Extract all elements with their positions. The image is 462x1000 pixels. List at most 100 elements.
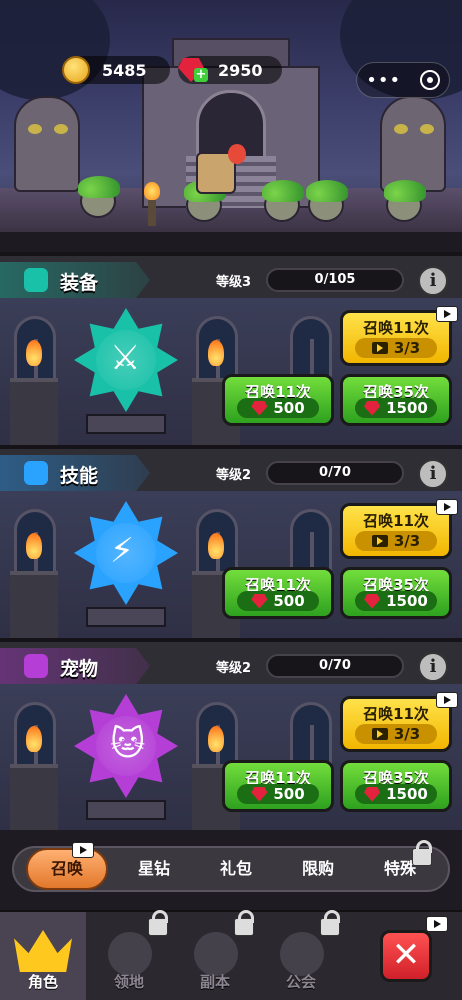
more-icon[interactable]: •••: [366, 70, 401, 91]
ad-count: 3/3: [355, 724, 437, 744]
cost-value: 500: [273, 785, 305, 803]
video-icon: [371, 535, 388, 547]
subtab-star-gems[interactable]: 星钻: [118, 848, 190, 890]
panel-title: 宠物: [60, 658, 99, 680]
nav-territory[interactable]: 领地: [86, 910, 172, 1000]
video-ad-icon: [436, 306, 458, 322]
gold-amount: 5485: [102, 60, 147, 80]
gold-counter: 5485: [62, 56, 170, 84]
gem-cost: 1500: [355, 398, 437, 418]
info-button[interactable]: i: [418, 652, 448, 682]
owl-statue-right: [380, 96, 446, 192]
subtab-limited[interactable]: 限购: [282, 848, 354, 890]
pedestal: [86, 414, 166, 434]
cost-value: 500: [273, 399, 305, 417]
gem-cost: 1500: [355, 784, 437, 804]
level-label: 等级3: [216, 275, 252, 290]
info-button[interactable]: i: [418, 459, 448, 489]
subtab-summon[interactable]: 召唤: [26, 848, 108, 890]
ad-count-text: 3/3: [393, 532, 421, 550]
lock-icon: [320, 910, 340, 936]
level-progress-bar: 0/105: [266, 268, 404, 292]
summon-panel-equipment: 装备 等级3 0/105 i ⚔ 召唤11次 3/3 召唤11次 500 召唤3…: [0, 252, 462, 445]
button-label: 召唤11次: [363, 512, 429, 530]
summon-room: ⚡ 召唤11次 3/3 召唤11次 500 召唤35次 1500: [0, 491, 462, 638]
summon-35-button[interactable]: 召唤35次 1500: [340, 567, 452, 619]
torch-flame: [26, 533, 42, 559]
ad-count-text: 3/3: [393, 339, 421, 357]
progress-text: 0/70: [319, 465, 351, 480]
red-gem-icon: [251, 400, 268, 416]
red-gem-icon: [251, 786, 268, 802]
video-icon: [371, 342, 388, 354]
green-monster: [78, 176, 120, 218]
red-gem-icon: [251, 593, 268, 609]
video-ad-icon: [426, 916, 448, 932]
summon-11-button[interactable]: 召唤11次 500: [222, 760, 334, 812]
gem-cost: 500: [237, 591, 319, 611]
summon-room: ⚔ 召唤11次 3/3 召唤11次 500 召唤35次 1500: [0, 298, 462, 445]
summon-11-button[interactable]: 召唤11次 500: [222, 374, 334, 426]
tree-silhouette: [0, 0, 110, 100]
nav-character[interactable]: 角色: [0, 912, 86, 1000]
video-ad-icon: [436, 692, 458, 708]
summon-portal: ⚔: [74, 308, 178, 412]
ad-count: 3/3: [355, 338, 437, 358]
summon-room: 🐱 召唤11次 3/3 召唤11次 500 召唤35次 1500: [0, 684, 462, 831]
territory-icon: [108, 932, 152, 976]
green-monster: [306, 180, 348, 222]
nav-label: 角色: [27, 973, 58, 991]
stone-pillar: [10, 764, 58, 831]
panel-tab: 宠物: [0, 648, 150, 684]
panel-tab: 技能: [0, 455, 150, 491]
ad-count-text: 3/3: [393, 725, 421, 743]
nav-dungeon[interactable]: 副本: [172, 910, 258, 1000]
owl-statue-left: [14, 96, 80, 192]
summon-11-button[interactable]: 召唤11次 500: [222, 567, 334, 619]
crown-icon: [14, 930, 72, 972]
gem-cost: 1500: [355, 591, 437, 611]
close-target-icon[interactable]: [419, 70, 440, 90]
subtab-label: 召唤: [50, 859, 83, 878]
summon-35-button[interactable]: 召唤35次 1500: [340, 760, 452, 812]
add-gems-icon[interactable]: +: [194, 68, 208, 82]
skill-item-icon: ⚡: [110, 531, 134, 571]
nav-guild[interactable]: 公会: [258, 910, 344, 1000]
summon-panel-pet: 宠物 等级2 0/70 i 🐱 召唤11次 3/3 召唤11次 500 召唤35…: [0, 638, 462, 831]
video-icon: [371, 728, 388, 740]
level-label: 等级2: [216, 661, 252, 676]
green-monster: [262, 180, 304, 222]
hero-character: [196, 144, 246, 194]
torch-flame: [208, 533, 224, 559]
game-scene: 5485 2950 + •••: [0, 0, 462, 232]
gem-cost: 500: [237, 398, 319, 418]
lock-icon: [148, 910, 168, 936]
panel-title: 装备: [60, 272, 99, 294]
progress-text: 0/105: [314, 272, 356, 287]
subtab-label: 礼包: [219, 859, 252, 878]
cost-value: 1500: [386, 785, 428, 803]
guild-shield-icon: [280, 932, 324, 976]
torch-flame: [26, 340, 42, 366]
cost-value: 1500: [386, 592, 428, 610]
stone-pillar: [10, 378, 58, 445]
summon-35-button[interactable]: 召唤35次 1500: [340, 374, 452, 426]
torch-flame: [208, 726, 224, 752]
ad-count: 3/3: [355, 531, 437, 551]
red-gem-icon: [364, 593, 381, 609]
subtab-gift-pack[interactable]: 礼包: [200, 848, 272, 890]
cost-value: 1500: [386, 399, 428, 417]
summon-portal: 🐱: [74, 694, 178, 798]
gem-amount: 2950: [218, 60, 263, 80]
green-monster: [384, 180, 426, 222]
dungeon-icon: [194, 932, 238, 976]
info-button[interactable]: i: [418, 266, 448, 296]
subtab-label: 限购: [301, 859, 334, 878]
sub-tab-bar: 召唤 星钻 礼包 限购 特殊: [0, 830, 462, 910]
close-button[interactable]: ✕: [380, 930, 432, 982]
cost-value: 500: [273, 592, 305, 610]
panel-header: 装备 等级3 0/105 i: [0, 252, 462, 298]
panel-header: 技能 等级2 0/70 i: [0, 445, 462, 491]
torch-flame: [26, 726, 42, 752]
summon-portal: ⚡: [74, 501, 178, 605]
